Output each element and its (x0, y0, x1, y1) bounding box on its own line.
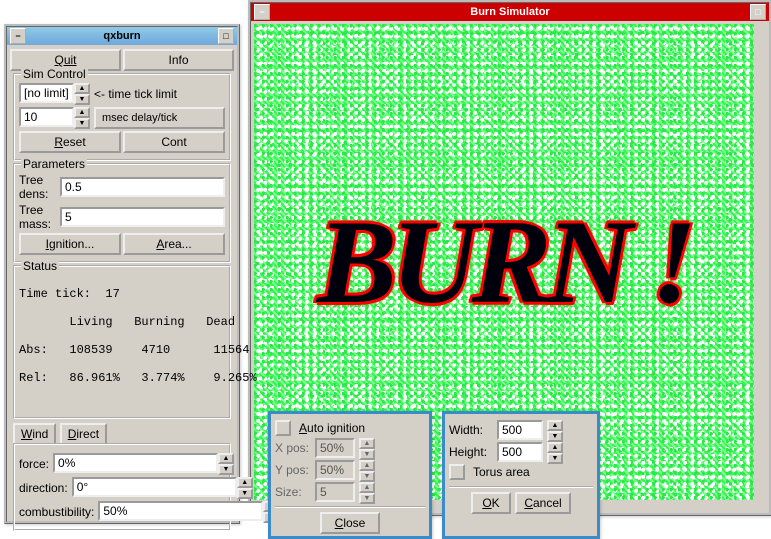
height-spinner[interactable]: ▲▼ (547, 442, 563, 462)
size-input (315, 482, 355, 502)
tree-dens-input[interactable] (60, 177, 225, 197)
delay-spinner[interactable]: ▲▼ (74, 107, 90, 129)
ypos-spinner: ▲▼ (359, 460, 375, 480)
tree-dens-label: Tree dens: (19, 173, 56, 201)
force-spinner[interactable]: ▲▼ (218, 453, 234, 475)
stat-headers: Living Burning Dead (19, 315, 225, 329)
torus-label: Torus area (473, 465, 530, 479)
ignition-button[interactable]: Ignition... (19, 233, 121, 255)
direction-label: direction: (19, 481, 68, 495)
window-menu-icon[interactable]: − (10, 28, 26, 44)
height-label: Height: (449, 445, 493, 459)
width-label: Width: (449, 423, 493, 437)
auto-ignition-label: Auto ignition (299, 421, 365, 435)
torus-checkbox[interactable] (449, 464, 465, 480)
time-limit-spinner[interactable]: ▲▼ (74, 83, 90, 105)
tree-mass-input[interactable] (60, 207, 225, 227)
size-spinner: ▲▼ (359, 482, 375, 502)
tab-wind[interactable]: Wind (13, 423, 56, 443)
ok-button[interactable]: OK (471, 492, 511, 514)
stat-abs: Abs: 108539 4710 11564 (19, 343, 225, 357)
delay-hint-button[interactable]: msec delay/tick (94, 107, 225, 129)
sim-control-frame: Sim Control ▲▼ <- time tick limit ▲▼ mse… (13, 73, 231, 161)
combustibility-input[interactable] (98, 501, 263, 521)
width-input[interactable] (497, 420, 543, 440)
info-button[interactable]: Info (123, 49, 234, 71)
burn-simulator-titlebar[interactable]: − Burn Simulator □ (251, 3, 769, 21)
xpos-spinner: ▲▼ (359, 438, 375, 458)
direction-spinner[interactable]: ▲▼ (237, 477, 253, 499)
maximize-icon[interactable]: □ (218, 28, 234, 44)
close-button[interactable]: Close (320, 512, 380, 534)
maximize-icon[interactable]: □ (750, 4, 766, 20)
tree-mass-label: Tree mass: (19, 203, 56, 231)
ypos-label: Y pos: (275, 463, 311, 477)
width-spinner[interactable]: ▲▼ (547, 420, 563, 440)
burn-simulator-title: Burn Simulator (271, 3, 749, 21)
qxburn-window: − qxburn □ Quit Info Sim Control ▲▼ <- t… (4, 24, 240, 524)
auto-ignition-checkbox[interactable] (275, 420, 291, 436)
status-label: Status (21, 259, 59, 273)
ypos-input (315, 460, 355, 480)
height-input[interactable] (497, 442, 543, 462)
tab-direct[interactable]: Direct (60, 423, 107, 443)
xpos-input (315, 438, 355, 458)
sim-control-label: Sim Control (21, 67, 88, 81)
xpos-label: X pos: (275, 441, 311, 455)
status-frame: Status Time tick: 17 Living Burning Dead… (13, 265, 231, 419)
parameters-frame: Parameters Tree dens: Tree mass: Ignitio… (13, 163, 231, 263)
delay-input[interactable] (19, 107, 74, 127)
area-dialog: Width: ▲▼ Height: ▲▼ Torus area OK Cance… (442, 411, 600, 539)
time-limit-hint: <- time tick limit (94, 87, 177, 101)
cancel-button[interactable]: Cancel (515, 492, 571, 514)
window-menu-icon[interactable]: − (254, 4, 270, 20)
qxburn-titlebar[interactable]: − qxburn □ (7, 27, 237, 45)
area-button[interactable]: Area... (123, 233, 225, 255)
size-label: Size: (275, 485, 311, 499)
ignition-dialog: Auto ignition X pos: ▲▼ Y pos: ▲▼ Size: … (268, 411, 432, 539)
time-tick-line: Time tick: 17 (19, 287, 225, 301)
combustibility-label: combustibility: (19, 505, 94, 519)
stat-rel: Rel: 86.961% 3.774% 9.265% (19, 371, 225, 385)
reset-button[interactable]: RReseteset (19, 131, 121, 153)
qxburn-title: qxburn (27, 27, 217, 45)
cont-button[interactable]: Cont (123, 131, 225, 153)
parameters-label: Parameters (21, 157, 87, 171)
time-limit-input[interactable] (19, 83, 74, 103)
force-input[interactable] (53, 453, 218, 473)
canvas-text: BURN ! (317, 193, 691, 331)
wind-panel: force: ▲▼ direction: ▲▼ combustibility: … (13, 443, 231, 531)
force-label: force: (19, 457, 49, 471)
direction-input[interactable] (72, 477, 237, 497)
